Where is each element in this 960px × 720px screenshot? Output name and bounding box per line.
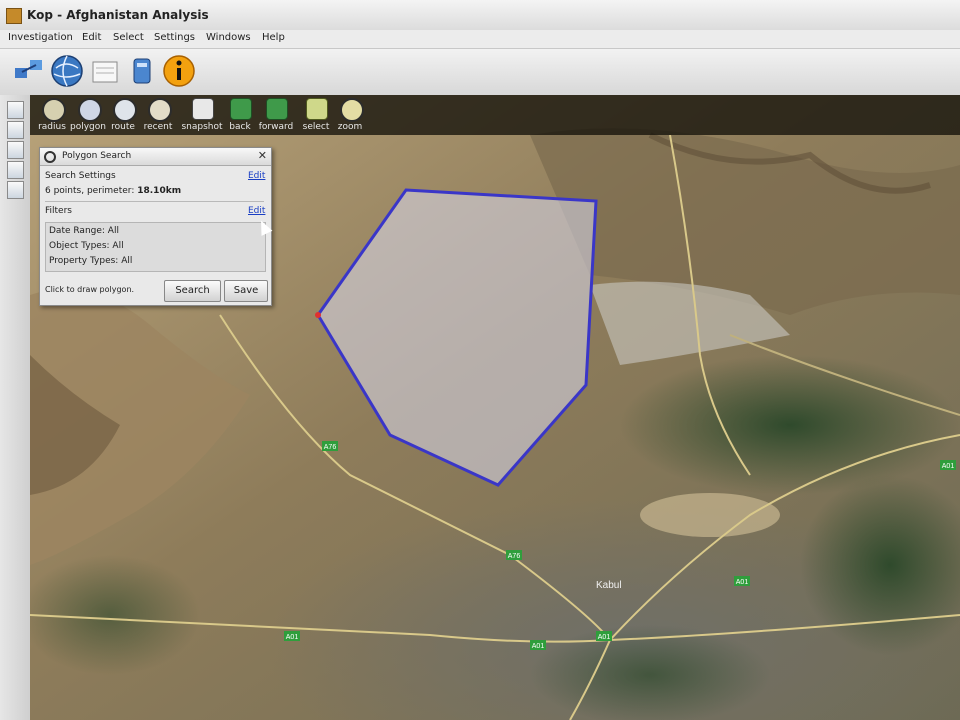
side-panel-strip — [0, 95, 31, 720]
svg-text:A01: A01 — [286, 634, 299, 641]
filter-property-types: Property Types: All — [49, 256, 133, 266]
search-button[interactable]: Search — [164, 280, 221, 302]
app-icon — [6, 8, 22, 24]
svg-text:A01: A01 — [942, 463, 955, 470]
summary-prefix: 6 points, perimeter: — [45, 186, 135, 196]
polygon-summary: 6 points, perimeter: 18.10km — [45, 186, 181, 196]
menu-select[interactable]: Select — [113, 32, 144, 43]
zoom-icon — [340, 98, 364, 122]
road-badge: A76 — [506, 550, 522, 560]
polygon-vertex[interactable] — [315, 312, 321, 318]
filter-object-types: Object Types: All — [49, 241, 124, 251]
search-icon — [44, 151, 56, 163]
svg-text:A01: A01 — [736, 579, 749, 586]
panel-title: Polygon Search — [62, 151, 132, 161]
edit-search-settings-link[interactable]: Edit — [248, 171, 265, 181]
save-button[interactable]: Save — [224, 280, 268, 302]
recent-icon — [148, 98, 172, 122]
menu-bar: Investigation Edit Select Settings Windo… — [0, 30, 960, 49]
info-icon[interactable] — [162, 54, 196, 88]
svg-text:A01: A01 — [532, 643, 545, 650]
panel-icon[interactable] — [7, 161, 24, 179]
zoom-button[interactable]: zoom — [330, 98, 370, 133]
svg-text:A01: A01 — [598, 634, 611, 641]
menu-windows[interactable]: Windows — [206, 32, 251, 43]
polygon-icon — [78, 98, 102, 122]
edit-filters-link[interactable]: Edit — [248, 206, 265, 216]
globe-icon[interactable] — [50, 54, 84, 88]
panel-header: Polygon Search ✕ — [40, 148, 271, 166]
forward-button[interactable]: forward — [256, 98, 296, 133]
search-settings-label: Search Settings — [45, 171, 116, 181]
back-icon — [230, 98, 252, 120]
window-title-bar: Kop - Afghanistan Analysis — [0, 0, 960, 31]
recent-button[interactable]: recent — [138, 98, 178, 133]
city-label: Kabul — [596, 580, 622, 591]
filter-date-range: Date Range: All — [49, 226, 119, 236]
route-icon — [113, 98, 137, 122]
document-icon[interactable] — [88, 54, 122, 88]
radius-icon — [42, 98, 66, 122]
close-icon[interactable]: ✕ — [258, 149, 267, 162]
main-toolbar — [0, 49, 960, 96]
divider — [45, 201, 264, 202]
road-badge: A01 — [596, 631, 612, 641]
road-badge: A01 — [734, 576, 750, 586]
svg-text:A76: A76 — [324, 444, 337, 451]
map-toolbar: radius polygon route recent snapshot bac… — [30, 95, 960, 135]
graph-icon[interactable] — [12, 54, 46, 88]
forward-icon — [266, 98, 288, 120]
panel-icon[interactable] — [7, 141, 24, 159]
polygon-search-panel: Polygon Search ✕ Search Settings Edit 6 … — [39, 147, 272, 306]
menu-settings[interactable]: Settings — [154, 32, 195, 43]
road-badge: A01 — [284, 631, 300, 641]
perimeter-value: 18.10km — [137, 186, 182, 196]
panel-icon[interactable] — [7, 101, 24, 119]
panel-icon[interactable] — [7, 121, 24, 139]
menu-help[interactable]: Help — [262, 32, 285, 43]
database-icon[interactable] — [125, 54, 159, 88]
road-badge: A76 — [322, 441, 338, 451]
menu-edit[interactable]: Edit — [82, 32, 101, 43]
menu-investigation[interactable]: Investigation — [8, 32, 73, 43]
road-badge: A01 — [940, 460, 956, 470]
filters-label: Filters — [45, 206, 72, 216]
panel-icon[interactable] — [7, 181, 24, 199]
camera-icon — [192, 98, 214, 120]
svg-text:A76: A76 — [508, 553, 521, 560]
filters-list: Date Range: All Object Types: All Proper… — [45, 222, 266, 272]
select-icon — [306, 98, 328, 120]
window-title: Kop - Afghanistan Analysis — [27, 8, 209, 22]
draw-hint: Click to draw polygon. — [45, 285, 135, 294]
road-badge: A01 — [530, 640, 546, 650]
